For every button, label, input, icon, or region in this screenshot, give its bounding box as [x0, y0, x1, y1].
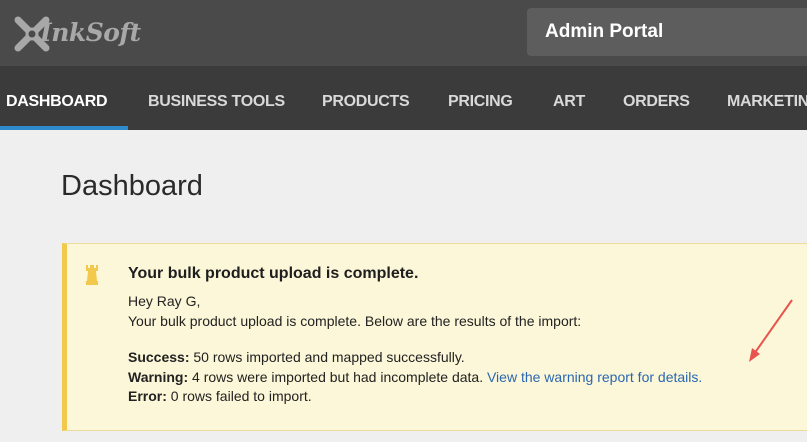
alert-message: Your bulk product upload is complete. Be…: [128, 313, 582, 329]
warning-report-link[interactable]: View the warning report for details.: [487, 369, 702, 385]
warning-label: Warning:: [128, 369, 189, 385]
nav-marketing[interactable]: MARKETING: [727, 93, 807, 111]
success-text: 50 rows imported and mapped successfully…: [189, 349, 465, 365]
error-line: Error: 0 rows failed to import.: [128, 388, 312, 404]
active-tab-indicator: [0, 126, 128, 130]
nav-orders[interactable]: ORDERS: [623, 93, 690, 111]
warning-text: 4 rows were imported but had incomplete …: [188, 369, 487, 385]
nav-pricing[interactable]: PRICING: [448, 93, 513, 111]
alert-greeting: Hey Ray G,: [128, 293, 201, 309]
annotation-arrow-icon: [749, 299, 793, 362]
chess-rook-icon: [85, 263, 99, 292]
admin-portal-label: Admin Portal: [527, 8, 807, 56]
error-label: Error:: [128, 388, 167, 404]
main-nav: DASHBOARD BUSINESS TOOLS PRODUCTS PRICIN…: [0, 66, 807, 130]
success-label: Success:: [128, 349, 190, 365]
nav-products[interactable]: PRODUCTS: [322, 93, 410, 111]
error-text: 0 rows failed to import.: [166, 388, 312, 404]
logo-text: InkSoft: [40, 18, 141, 47]
top-header: InkSoft Admin Portal: [0, 0, 807, 66]
nav-art[interactable]: ART: [553, 93, 585, 111]
portal-title: Admin Portal: [545, 21, 664, 42]
warning-line: Warning: 4 rows were imported but had in…: [128, 369, 702, 385]
page-title: Dashboard: [61, 170, 203, 202]
inksoft-logo[interactable]: InkSoft: [14, 14, 141, 54]
upload-complete-alert: Your bulk product upload is complete. He…: [62, 243, 807, 431]
alert-title: Your bulk product upload is complete.: [128, 265, 419, 282]
success-line: Success: 50 rows imported and mapped suc…: [128, 349, 465, 365]
nav-business-tools[interactable]: BUSINESS TOOLS: [148, 93, 285, 111]
nav-dashboard[interactable]: DASHBOARD: [6, 93, 108, 111]
